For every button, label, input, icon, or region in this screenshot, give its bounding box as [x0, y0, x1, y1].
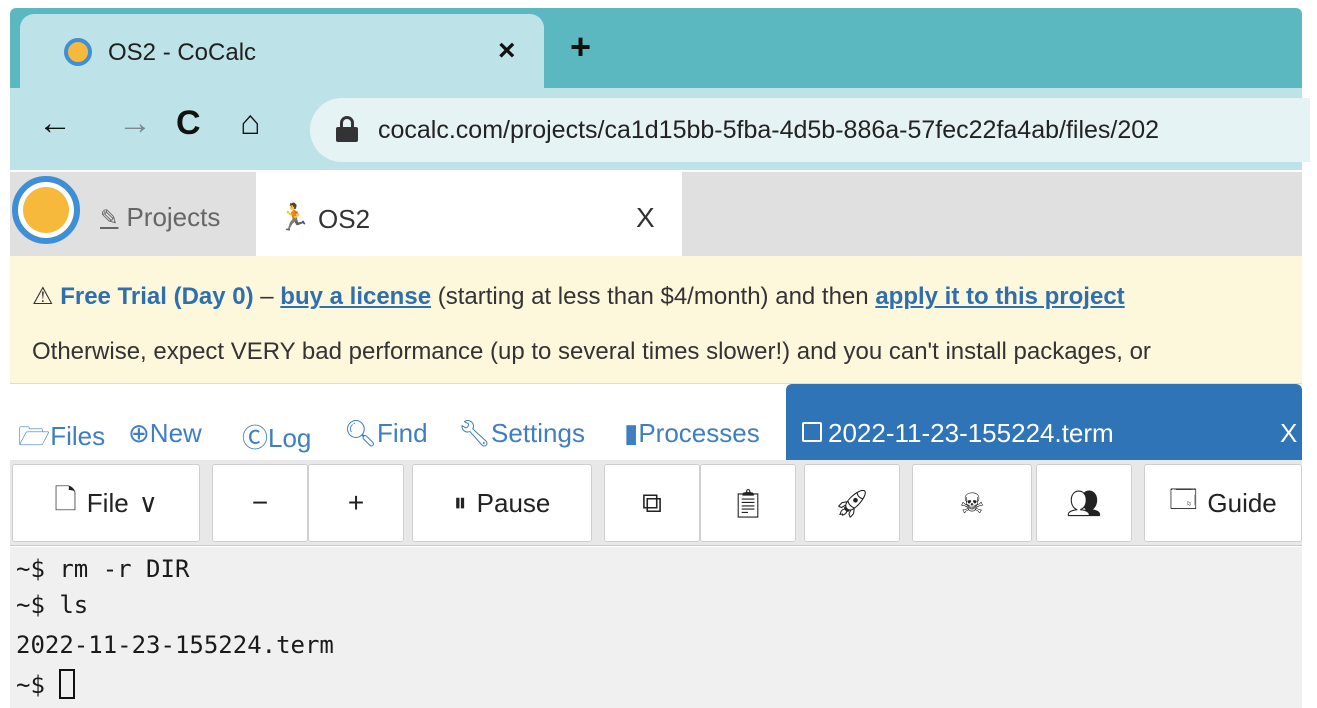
reload-icon[interactable]: C: [176, 104, 201, 143]
open-file-tab-terminal[interactable]: 2022-11-23-155224.term X: [786, 384, 1302, 460]
cocalc-logo-icon[interactable]: [12, 176, 80, 244]
apply-license-link[interactable]: apply it to this project: [875, 283, 1124, 310]
copy-button[interactable]: ⧉: [604, 464, 700, 542]
open-file-tab-label: 2022-11-23-155224.term: [828, 418, 1114, 448]
log-tab[interactable]: ⒸLog: [242, 418, 311, 455]
cocalc-favicon-icon: [64, 38, 92, 66]
files-tab-label: Files: [50, 421, 106, 451]
close-project-tab-icon[interactable]: X: [636, 202, 655, 234]
pause-button[interactable]: ⏸︎ Pause: [412, 464, 592, 542]
plus-circle-icon: ⊕: [128, 418, 150, 448]
minus-icon: −: [251, 487, 269, 518]
initialize-button[interactable]: 🚀︎: [804, 464, 900, 542]
new-tab[interactable]: ⊕New: [128, 418, 202, 449]
pencil-icon: ✎: [100, 204, 119, 230]
pause-circle-icon: ⏸︎: [453, 487, 467, 517]
log-tab-label: Log: [268, 423, 312, 453]
processes-tab-label: Processes: [638, 418, 760, 448]
skull-crossbones-icon: ☠: [959, 487, 985, 519]
home-icon[interactable]: ⌂: [240, 104, 261, 143]
trial-label: Free Trial (Day 0): [60, 283, 254, 310]
running-project-icon: 🏃: [278, 202, 311, 232]
new-tab-button[interactable]: +: [570, 26, 591, 68]
terminal-prompt-line: ~$: [16, 669, 76, 699]
search-icon: 🔍︎: [344, 418, 378, 448]
terminal-prompt: ~$: [16, 671, 60, 699]
terminal-line: 2022-11-23-155224.term: [16, 631, 334, 659]
settings-tab-label: Settings: [491, 418, 585, 448]
file-icon: 🗋: [54, 484, 77, 515]
browser-tab-cocalc[interactable]: OS2 - CoCalc ×: [20, 14, 544, 88]
browser-tab-strip: OS2 - CoCalc × +: [10, 8, 1302, 88]
free-trial-banner: ⚠ Free Trial (Day 0) – buy a license (st…: [10, 256, 1302, 384]
banner-line-1: ⚠ Free Trial (Day 0) – buy a license (st…: [32, 282, 1125, 311]
terminal-line: ~$ ls: [16, 591, 89, 619]
paste-icon: 📋︎: [730, 487, 766, 519]
terminal-output[interactable]: ~$ rm -r DIR ~$ ls 2022-11-23-155224.ter…: [10, 547, 1302, 708]
terminal-icon: [802, 422, 822, 442]
files-tab[interactable]: 🗁Files: [18, 418, 105, 462]
close-file-tab-icon[interactable]: X: [1280, 418, 1297, 449]
browser-tab-title: OS2 - CoCalc: [108, 39, 257, 66]
pause-label: Pause: [476, 487, 551, 518]
project-nav-bar: 🗁Files ⊕New ⒸLog 🔍︎Find 🔧︎Settings ▮Proc…: [10, 384, 1302, 460]
chevron-down-icon: ∨: [138, 487, 158, 518]
paste-button[interactable]: 📋︎: [700, 464, 796, 542]
wrench-icon: 🔧︎: [458, 418, 492, 448]
decrease-font-button[interactable]: −: [212, 464, 308, 542]
cocalc-top-bar: ✎ Projects 🏃 OS2 X: [10, 172, 1302, 256]
warning-icon: ⚠: [32, 283, 54, 310]
terminal-toolbar: 🗋 File ∨ − + ⏸︎ Pause ⧉ 📋︎ 🚀︎ ☠ 👥︎ 🗔 Gui…: [10, 460, 1302, 546]
find-tab-label: Find: [377, 418, 428, 448]
remove-users-button[interactable]: 👥︎: [1036, 464, 1132, 542]
folder-icon: 🗁: [18, 421, 51, 451]
file-menu-label: File: [86, 487, 129, 518]
close-tab-icon[interactable]: ×: [498, 34, 516, 68]
projects-tab[interactable]: ✎ Projects: [100, 202, 220, 233]
banner-line-2: Otherwise, expect VERY bad performance (…: [32, 338, 1151, 365]
file-menu-button[interactable]: 🗋 File ∨: [12, 464, 200, 542]
processes-tab[interactable]: ▮Processes: [624, 418, 760, 449]
back-arrow-icon[interactable]: ←: [38, 104, 72, 143]
projects-tab-label: Projects: [126, 202, 221, 232]
increase-font-button[interactable]: +: [308, 464, 404, 542]
guide-button[interactable]: 🗔 Guide: [1144, 464, 1302, 542]
buy-license-link[interactable]: buy a license: [280, 283, 431, 310]
browser-toolbar: ← → C ⌂ cocalc.com/projects/ca1d15bb-5fb…: [10, 88, 1310, 170]
url-text[interactable]: cocalc.com/projects/ca1d15bb-5fba-4d5b-8…: [378, 116, 1159, 145]
lock-icon[interactable]: [336, 116, 358, 142]
terminal-line: ~$ rm -r DIR: [16, 555, 190, 583]
users-remove-icon: 👥︎: [1066, 487, 1102, 519]
new-tab-label: New: [149, 418, 202, 448]
address-bar[interactable]: cocalc.com/projects/ca1d15bb-5fba-4d5b-8…: [310, 98, 1310, 162]
copy-icon: ⧉: [642, 486, 662, 518]
find-tab[interactable]: 🔍︎Find: [344, 418, 428, 449]
kill-processes-button[interactable]: ☠: [912, 464, 1032, 542]
terminal-cursor[interactable]: [59, 669, 76, 699]
project-tab-os2[interactable]: 🏃 OS2 X: [256, 172, 682, 256]
project-tab-label: OS2: [318, 204, 371, 234]
banner-dash: –: [253, 283, 281, 310]
microchip-icon: ▮: [624, 418, 639, 448]
history-icon: Ⓒ: [242, 423, 269, 453]
guide-icon: 🗔: [1169, 484, 1198, 514]
rocket-icon: 🚀︎: [834, 487, 870, 519]
guide-label: Guide: [1207, 487, 1277, 518]
forward-arrow-icon[interactable]: →: [118, 104, 152, 143]
plus-icon: +: [347, 487, 365, 518]
banner-middle-text: (starting at less than $4/month) and the…: [431, 283, 876, 310]
settings-tab[interactable]: 🔧︎Settings: [458, 418, 585, 449]
